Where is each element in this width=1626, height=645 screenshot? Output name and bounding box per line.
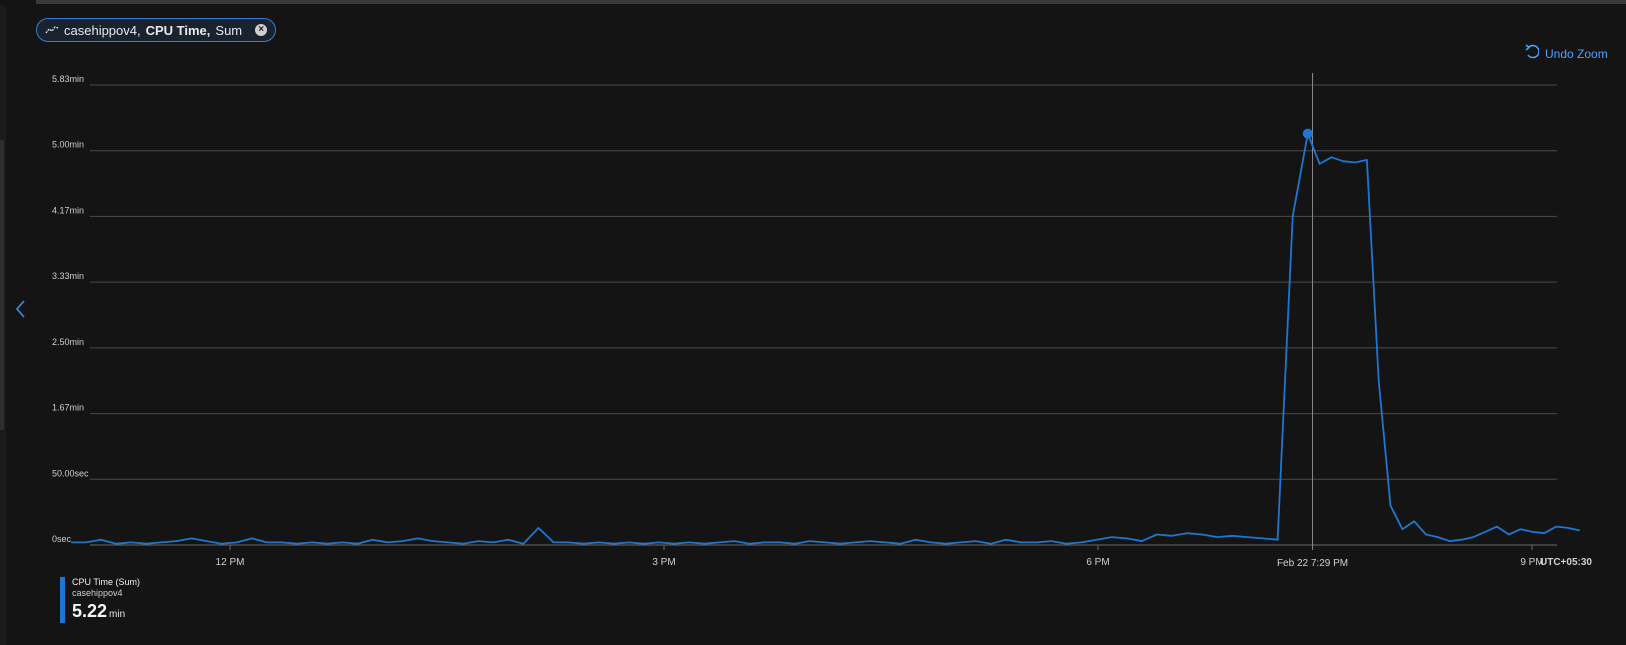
x-tick-label: 12 PM	[216, 557, 245, 568]
y-tick-label: 50.00sec	[52, 468, 89, 478]
legend-value-unit: min	[109, 609, 126, 620]
legend-value: 5.22 min	[72, 601, 125, 622]
y-tick-label: 5.83min	[52, 74, 84, 84]
legend-title: CPU Time (Sum)	[72, 577, 141, 587]
y-tick-label: 2.50min	[52, 337, 84, 347]
y-tick-label: 1.67min	[52, 403, 84, 413]
legend-value-number: 5.22	[72, 601, 108, 621]
x-tick-label: 3 PM	[652, 557, 675, 568]
y-tick-label: 0sec	[52, 534, 72, 544]
x-tick-label: 6 PM	[1086, 557, 1109, 568]
y-tick-label: 5.00min	[52, 140, 84, 150]
line-chart[interactable]: 0sec 50.00sec 1.67min 2.50min 3.33min 4.17min…	[0, 0, 1626, 645]
y-tick-label: 3.33min	[52, 271, 84, 281]
highlight-point	[1302, 128, 1313, 139]
legend-resource: casehippov4	[72, 588, 123, 598]
legend-color-swatch	[60, 577, 65, 623]
y-tick-label: 4.17min	[52, 205, 84, 215]
timezone-label: UTC+05:30	[1540, 557, 1592, 568]
crosshair-time-label: Feb 22 7:29 PM	[1277, 558, 1348, 569]
series-line-cpu-time	[70, 132, 1580, 545]
